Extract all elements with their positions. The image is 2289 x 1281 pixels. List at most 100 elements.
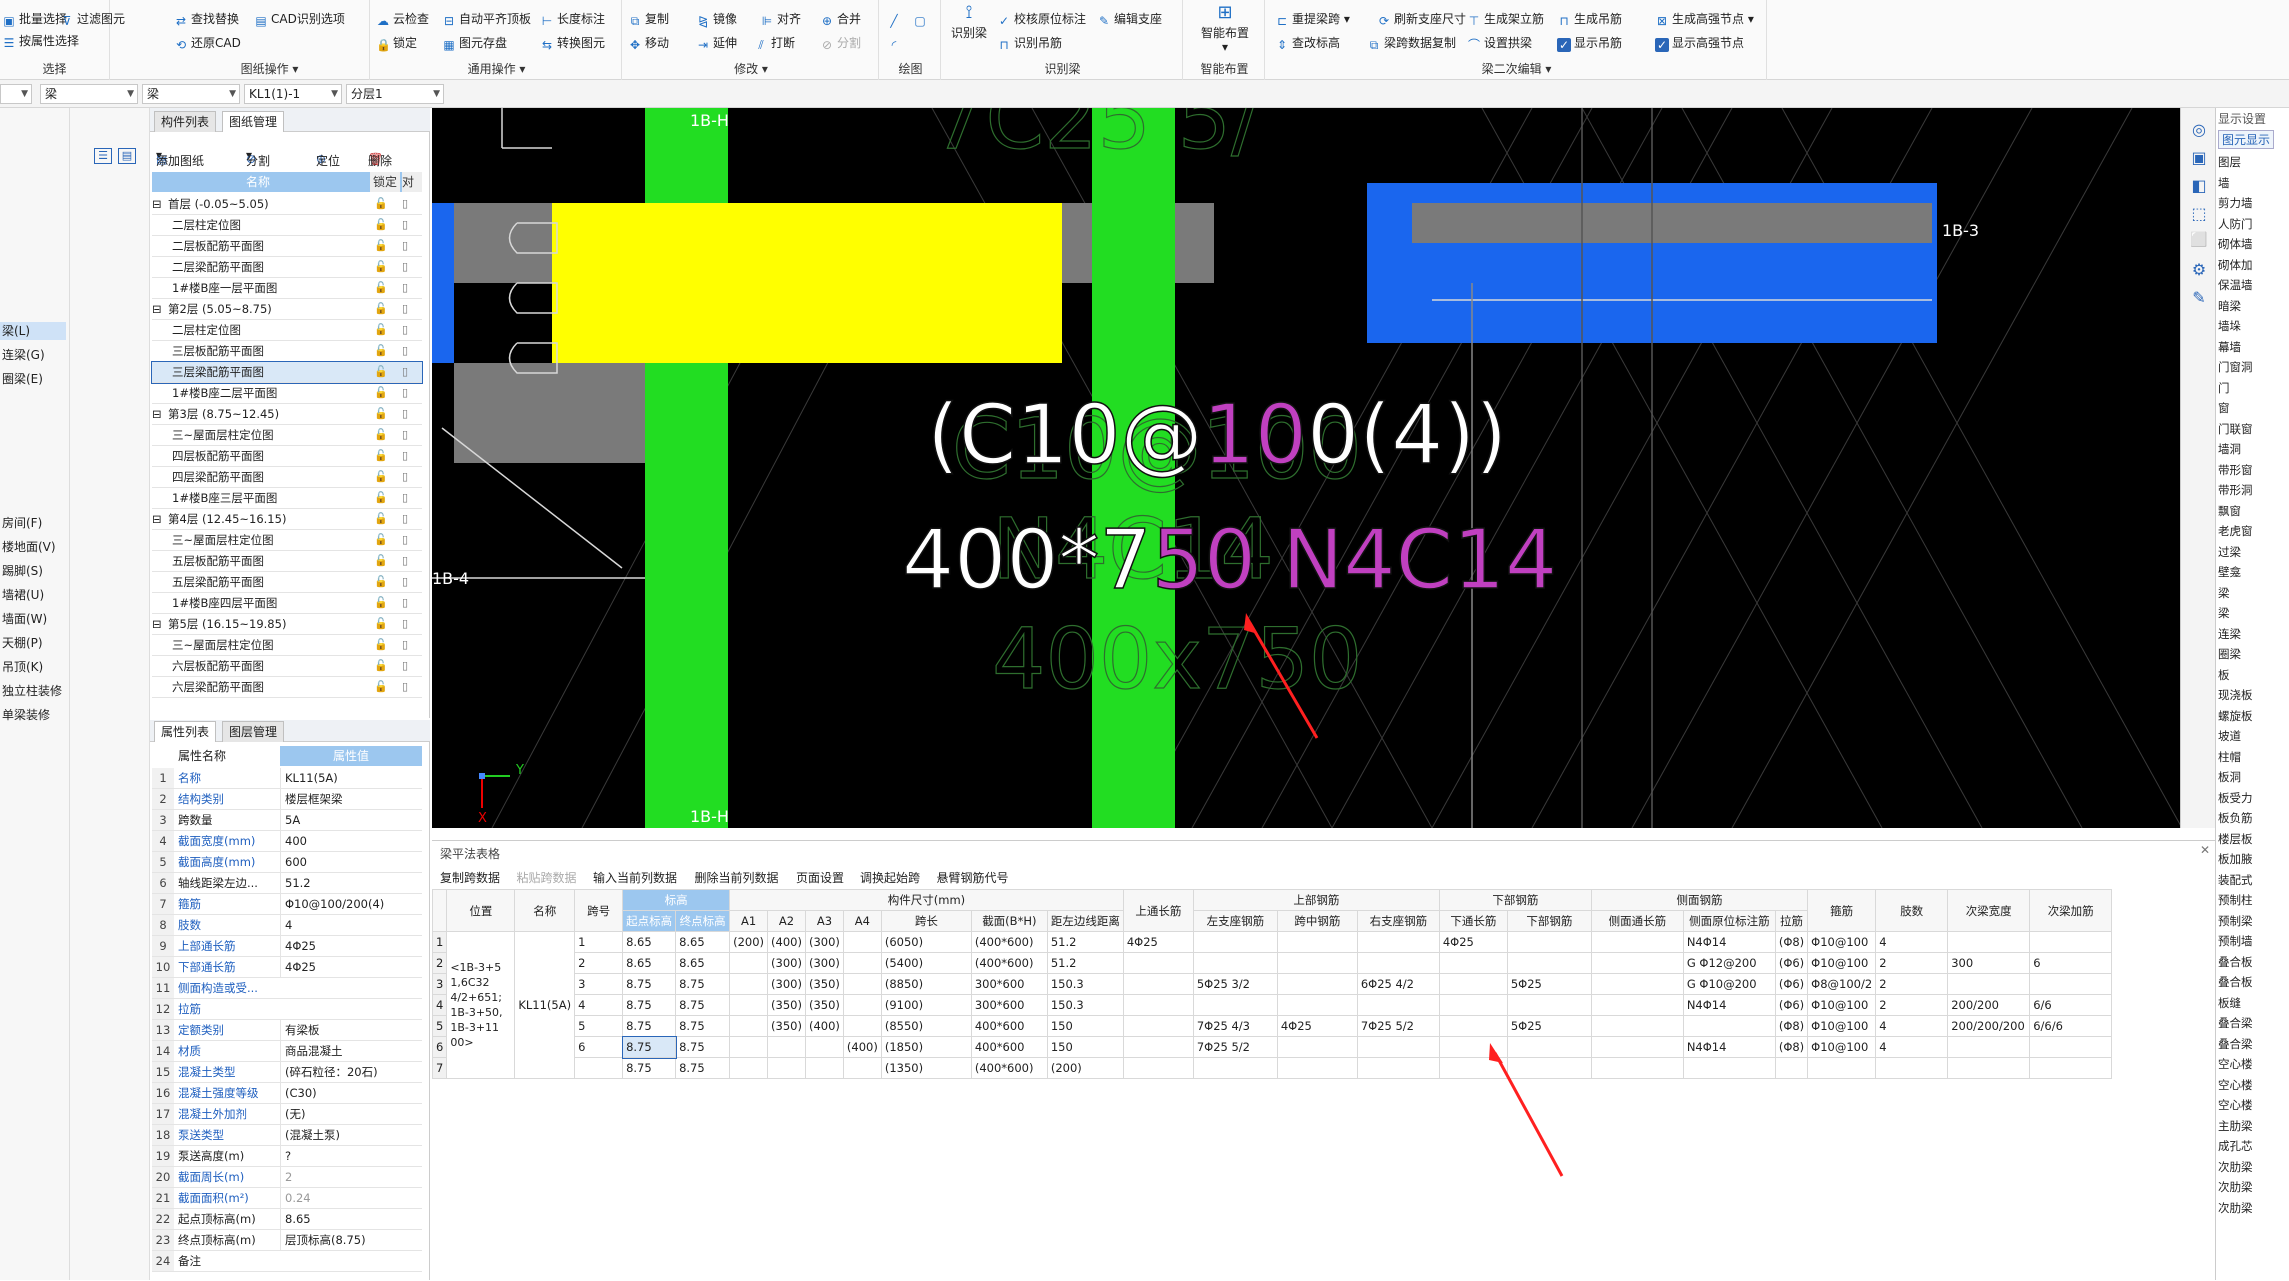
table-row[interactable]: 2 2 8.65 8.65 (300) (300) (5400) (400*600) 51.2 G… — [431, 952, 2113, 974]
grid-cell[interactable] — [1276, 994, 1358, 1016]
show-hanger-checkbox[interactable]: ✓ 显示吊筋 — [1557, 34, 1622, 52]
display-layer-item[interactable]: 次肋梁 — [2218, 1177, 2253, 1197]
grid-cell[interactable]: 4 — [1875, 1036, 1949, 1058]
grid-cell[interactable] — [767, 1057, 806, 1079]
display-layer-item[interactable]: 保温墙 — [2218, 275, 2253, 295]
grid-cell[interactable] — [1438, 973, 1508, 995]
grid-cell[interactable] — [2029, 1036, 2113, 1058]
restore-cad-button[interactable]: ⟲ 还原CAD — [174, 34, 241, 52]
nav-item-coupling-beam[interactable]: 连梁(G) — [0, 346, 66, 364]
list-view-icon[interactable]: ☰ — [94, 148, 112, 164]
selector-layer[interactable]: 分层1 ▼ — [346, 84, 444, 104]
grid-cell[interactable]: 8.75 — [675, 1015, 731, 1037]
checkbox-icon[interactable]: ▯ — [402, 509, 408, 529]
gen-hanger-button[interactable]: ⊓ 生成吊筋 — [1557, 10, 1622, 28]
selector-category[interactable]: 梁 ▼ — [40, 84, 138, 104]
display-layer-item[interactable]: 柱帽 — [2218, 747, 2241, 767]
grid-cell[interactable] — [1276, 952, 1358, 974]
drawing-row[interactable]: 二层柱定位图 🔓 ▯ — [152, 320, 422, 341]
cube-view-icon[interactable]: ⬚ — [2189, 204, 2209, 224]
drawing-row[interactable]: 四层梁配筋平面图 🔓 ▯ — [152, 467, 422, 488]
drawing-row[interactable]: 五层板配筋平面图 🔓 ▯ — [152, 551, 422, 572]
grid-cell[interactable]: 4Φ25 — [1438, 931, 1508, 953]
property-row[interactable]: 1 名称 KL11(5A) — [152, 768, 422, 789]
grid-cell[interactable] — [1947, 1036, 2031, 1058]
cad-canvas[interactable]: 1B-H 1B-H 1B-3 1B-4 C10@100 N4C14 400x75… — [432, 108, 2215, 828]
property-row[interactable]: 14 材质 商品混凝土 — [152, 1041, 422, 1062]
grid-cell[interactable]: (1350) — [880, 1057, 972, 1079]
grid-cell[interactable] — [1438, 1057, 1508, 1079]
tab-drawing-management[interactable]: 图纸管理 — [222, 111, 285, 132]
drawing-row[interactable]: 三层梁配筋平面图 🔓 ▯ — [151, 361, 423, 384]
grid-cell[interactable] — [1947, 931, 2031, 953]
split-drawing-button[interactable]: ⊘ 分割 ▾ — [246, 148, 270, 168]
collapse-icon[interactable]: ⊟ — [152, 407, 162, 421]
grid-cell[interactable] — [1774, 1057, 1809, 1079]
grid-cell[interactable]: (400) — [804, 1015, 844, 1037]
grid-cell[interactable] — [1438, 952, 1508, 974]
detail-view-icon[interactable]: ▤ — [118, 148, 136, 164]
floor-group-row[interactable]: ⊟ 第4层 (12.45~16.15) 🔓 ▯ — [152, 509, 422, 530]
edit-support-button[interactable]: ✎ 编辑支座 — [1097, 10, 1162, 28]
grid-cell[interactable]: 6/6 — [2029, 994, 2113, 1016]
grid-cell[interactable]: 51.2 — [1046, 931, 1124, 953]
checkbox-icon[interactable]: ▯ — [402, 488, 408, 508]
display-layer-item[interactable]: 壁龛 — [2218, 562, 2241, 582]
checkbox-icon[interactable]: ▯ — [402, 320, 408, 340]
grid-cell[interactable]: 5Φ25 — [1506, 1015, 1592, 1037]
grid-cell[interactable]: (400*600) — [970, 931, 1048, 953]
grid-cell[interactable] — [1356, 931, 1440, 953]
identify-hanger-button[interactable]: ⊓ 识别吊筋 — [997, 34, 1062, 52]
grid-cell[interactable] — [1276, 1036, 1358, 1058]
grid-cell[interactable]: 150.3 — [1046, 994, 1124, 1016]
property-value[interactable]: (碎石粒径：20石) — [280, 1062, 420, 1082]
property-row[interactable]: 20 截面周长(m) 2 — [152, 1167, 422, 1188]
property-row[interactable]: 10 下部通长筋 4Φ25 — [152, 957, 422, 978]
drawing-row[interactable]: 二层柱定位图 🔓 ▯ — [152, 215, 422, 236]
checkbox-icon[interactable]: ▯ — [402, 404, 408, 424]
display-layer-item[interactable]: 墙 — [2218, 173, 2230, 193]
grid-cell[interactable] — [1192, 931, 1278, 953]
length-dimension-button[interactable]: ⊢ 长度标注 — [540, 10, 605, 28]
copy-span-data-button[interactable]: ⧉ 梁跨数据复制 — [1367, 34, 1456, 52]
display-layer-item[interactable]: 板 — [2218, 665, 2230, 685]
drawing-row[interactable]: 三~屋面层柱定位图 🔓 ▯ — [152, 425, 422, 446]
copy-button[interactable]: ⧉ 复制 — [628, 10, 669, 28]
property-row[interactable]: 24 备注 — [152, 1251, 422, 1272]
beam-name-cell[interactable]: KL11(5A) — [514, 931, 576, 1079]
grid-cell[interactable] — [729, 952, 769, 974]
grid-cell[interactable]: 4Φ25 — [1276, 1015, 1358, 1037]
display-layer-item[interactable]: 空心楼 — [2218, 1075, 2253, 1095]
beam-table-button[interactable]: 悬臂钢筋代号 — [937, 869, 1009, 886]
property-row[interactable]: 7 箍筋 Φ10@100/200(4) — [152, 894, 422, 915]
property-value[interactable]: 商品混凝土 — [280, 1041, 420, 1061]
unlock-icon[interactable]: 🔓 — [374, 638, 388, 651]
grid-cell[interactable]: 150.3 — [1046, 973, 1124, 995]
drawing-row[interactable]: 五层梁配筋平面图 🔓 ▯ — [152, 572, 422, 593]
property-row[interactable]: 23 终点顶标高(m) 层顶标高(8.75) — [152, 1230, 422, 1251]
checkbox-icon[interactable]: ▯ — [402, 362, 408, 382]
property-row[interactable]: 15 混凝土类型 (碎石粒径：20石) — [152, 1062, 422, 1083]
unlock-icon[interactable]: 🔓 — [374, 386, 388, 399]
grid-cell[interactable]: 8.65 — [622, 931, 677, 953]
selector-component[interactable]: KL1(1)-1 ▼ — [244, 84, 342, 104]
property-value[interactable]: KL11(5A) — [280, 768, 420, 788]
display-layer-item[interactable]: 现浇板 — [2218, 685, 2253, 705]
grid-cell[interactable] — [1192, 1057, 1278, 1079]
drawing-row[interactable]: 1#楼B座三层平面图 🔓 ▯ — [152, 488, 422, 509]
grid-cell[interactable] — [1356, 1057, 1440, 1079]
property-row[interactable]: 12 拉筋 — [152, 999, 422, 1020]
grid-cell[interactable]: (350) — [767, 1015, 806, 1037]
grid-cell[interactable]: (350) — [767, 994, 806, 1016]
grid-cell[interactable]: 300*600 — [970, 973, 1048, 995]
property-value[interactable]: 600 — [280, 852, 420, 872]
unlock-icon[interactable]: 🔓 — [374, 680, 388, 693]
floor-group-row[interactable]: ⊟ 第2层 (5.05~8.75) 🔓 ▯ — [152, 299, 422, 320]
drawing-row[interactable]: 1#楼B座四层平面图 🔓 ▯ — [152, 593, 422, 614]
property-row[interactable]: 11 侧面构造或受... — [152, 978, 422, 999]
grid-cell[interactable]: (200) — [1046, 1057, 1124, 1079]
display-layer-item[interactable]: 坡道 — [2218, 726, 2241, 746]
property-row[interactable]: 6 轴线距梁左边... 51.2 — [152, 873, 422, 894]
grid-cell[interactable]: 6 — [2029, 952, 2113, 974]
nav-item-suspended-ceiling[interactable]: 吊顶(K) — [0, 658, 66, 676]
